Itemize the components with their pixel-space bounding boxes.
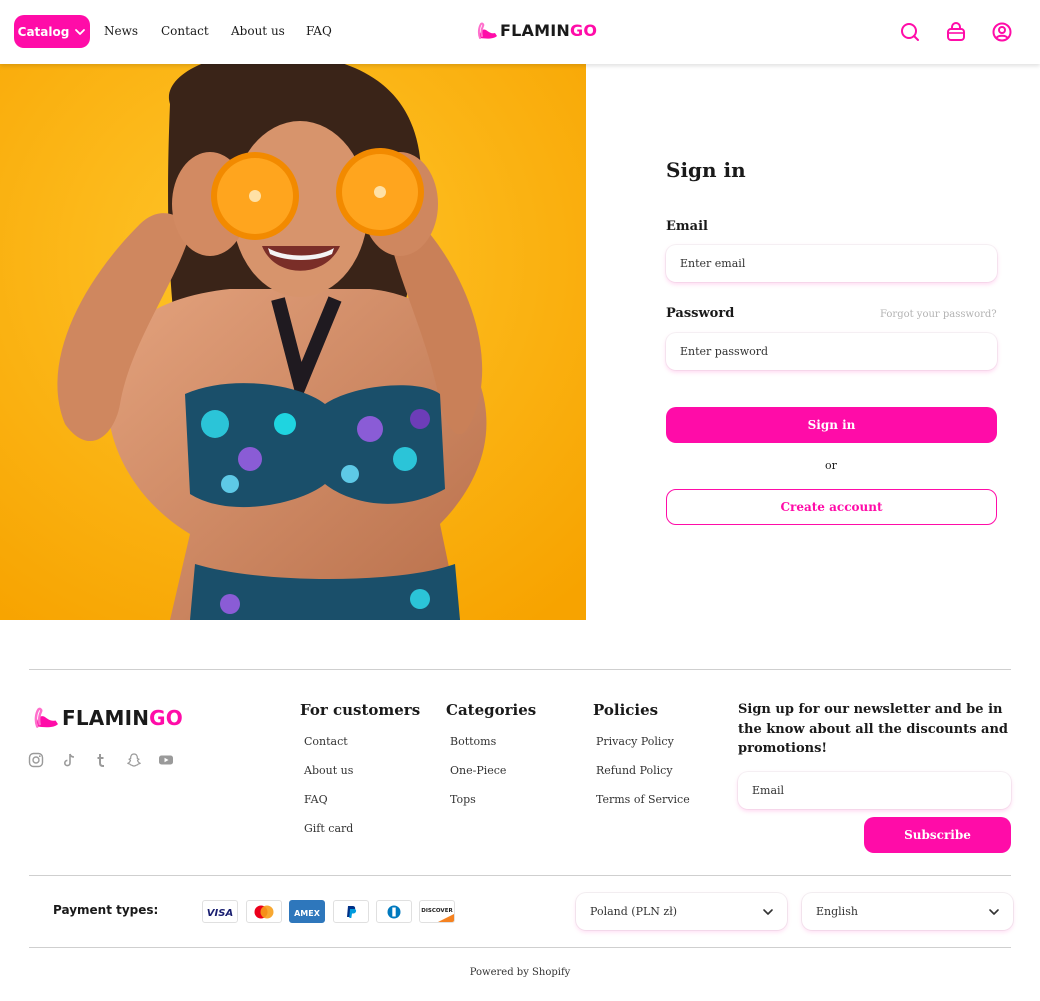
email-placeholder: Enter email bbox=[680, 257, 746, 270]
country-currency-value: Poland (PLN zł) bbox=[590, 905, 678, 918]
footer-logo[interactable]: FLAMIN GO bbox=[33, 706, 183, 730]
newsletter-email-placeholder: Email bbox=[752, 784, 785, 797]
svg-text:AMEX: AMEX bbox=[294, 909, 321, 918]
catalog-label: Catalog bbox=[17, 24, 70, 39]
language-select[interactable]: English bbox=[802, 893, 1013, 930]
footer-divider-bottom bbox=[29, 947, 1011, 948]
bag-icon[interactable] bbox=[945, 21, 967, 43]
country-currency-select[interactable]: Poland (PLN zł) bbox=[576, 893, 787, 930]
footer-heading-categories: Categories bbox=[446, 701, 537, 719]
chevron-down-icon bbox=[989, 909, 999, 915]
signin-title: Sign in bbox=[666, 158, 746, 182]
powered-by-shopify-link[interactable]: Powered by Shopify bbox=[0, 967, 1040, 978]
footer-link-privacy-policy[interactable]: Privacy Policy bbox=[596, 735, 674, 748]
password-field[interactable]: Enter password bbox=[666, 333, 997, 370]
signin-button[interactable]: Sign in bbox=[666, 407, 997, 443]
svg-text:DISCOVER: DISCOVER bbox=[421, 908, 453, 914]
hero-image bbox=[0, 64, 586, 620]
email-field[interactable]: Enter email bbox=[666, 245, 997, 282]
hero-illustration bbox=[0, 64, 586, 620]
footer-link-refund-policy[interactable]: Refund Policy bbox=[596, 764, 673, 777]
newsletter-text: Sign up for our newsletter and be in the… bbox=[738, 702, 1008, 756]
footer-divider-middle bbox=[29, 875, 1011, 876]
footer-heading-customers: For customers bbox=[300, 701, 421, 719]
discover-icon: DISCOVER bbox=[419, 900, 455, 923]
logo-text-pink: GO bbox=[569, 21, 598, 40]
create-account-button[interactable]: Create account bbox=[666, 489, 997, 525]
diners-club-icon bbox=[376, 900, 412, 923]
subscribe-button[interactable]: Subscribe bbox=[864, 817, 1011, 853]
or-divider: or bbox=[825, 459, 837, 472]
youtube-icon[interactable] bbox=[158, 752, 174, 768]
footer-link-about-us[interactable]: About us bbox=[304, 764, 353, 777]
tiktok-icon[interactable] bbox=[61, 752, 77, 768]
catalog-button[interactable]: Catalog bbox=[14, 15, 90, 48]
snapchat-icon[interactable] bbox=[126, 752, 142, 768]
chevron-down-icon bbox=[75, 28, 86, 35]
email-label: Email bbox=[666, 219, 708, 234]
newsletter-email-field[interactable]: Email bbox=[738, 772, 1011, 809]
flamingo-icon bbox=[34, 707, 58, 728]
logo-text-dark: FLAMIN bbox=[500, 21, 570, 40]
password-label: Password bbox=[666, 306, 735, 321]
language-value: English bbox=[816, 905, 858, 918]
chevron-down-icon bbox=[763, 909, 773, 915]
footer-link-gift-card[interactable]: Gift card bbox=[304, 822, 353, 835]
site-logo[interactable]: FLAMIN GO bbox=[477, 21, 597, 40]
footer-link-tops[interactable]: Tops bbox=[450, 793, 476, 806]
account-icon[interactable] bbox=[991, 21, 1013, 43]
instagram-icon[interactable] bbox=[28, 752, 44, 768]
footer-logo-text-pink: GO bbox=[149, 706, 183, 730]
nav-news[interactable]: News bbox=[104, 24, 138, 38]
site-header: Catalog News Contact About us FAQ FLAMIN… bbox=[0, 0, 1040, 64]
flamingo-icon bbox=[477, 22, 497, 39]
footer-logo-text-dark: FLAMIN bbox=[62, 706, 150, 730]
paypal-icon bbox=[333, 900, 369, 923]
amex-icon: AMEX bbox=[289, 900, 325, 923]
footer-link-terms-of-service[interactable]: Terms of Service bbox=[596, 793, 690, 806]
password-placeholder: Enter password bbox=[680, 345, 769, 358]
footer-divider-top bbox=[29, 669, 1011, 670]
nav-about-us[interactable]: About us bbox=[231, 24, 285, 38]
visa-icon: VISA bbox=[202, 900, 238, 923]
search-icon[interactable] bbox=[899, 21, 921, 43]
nav-contact[interactable]: Contact bbox=[161, 24, 209, 38]
footer-link-one-piece[interactable]: One-Piece bbox=[450, 764, 506, 777]
footer-heading-policies: Policies bbox=[593, 701, 659, 719]
footer-link-faq[interactable]: FAQ bbox=[304, 793, 328, 806]
tumblr-icon[interactable] bbox=[93, 752, 109, 768]
forgot-password-link[interactable]: Forgot your password? bbox=[880, 309, 997, 320]
mastercard-icon bbox=[246, 900, 282, 923]
footer-link-bottoms[interactable]: Bottoms bbox=[450, 735, 496, 748]
payment-types-label: Payment types: bbox=[53, 903, 159, 917]
nav-faq[interactable]: FAQ bbox=[306, 24, 332, 38]
footer-link-contact[interactable]: Contact bbox=[304, 735, 348, 748]
svg-text:VISA: VISA bbox=[207, 908, 233, 919]
